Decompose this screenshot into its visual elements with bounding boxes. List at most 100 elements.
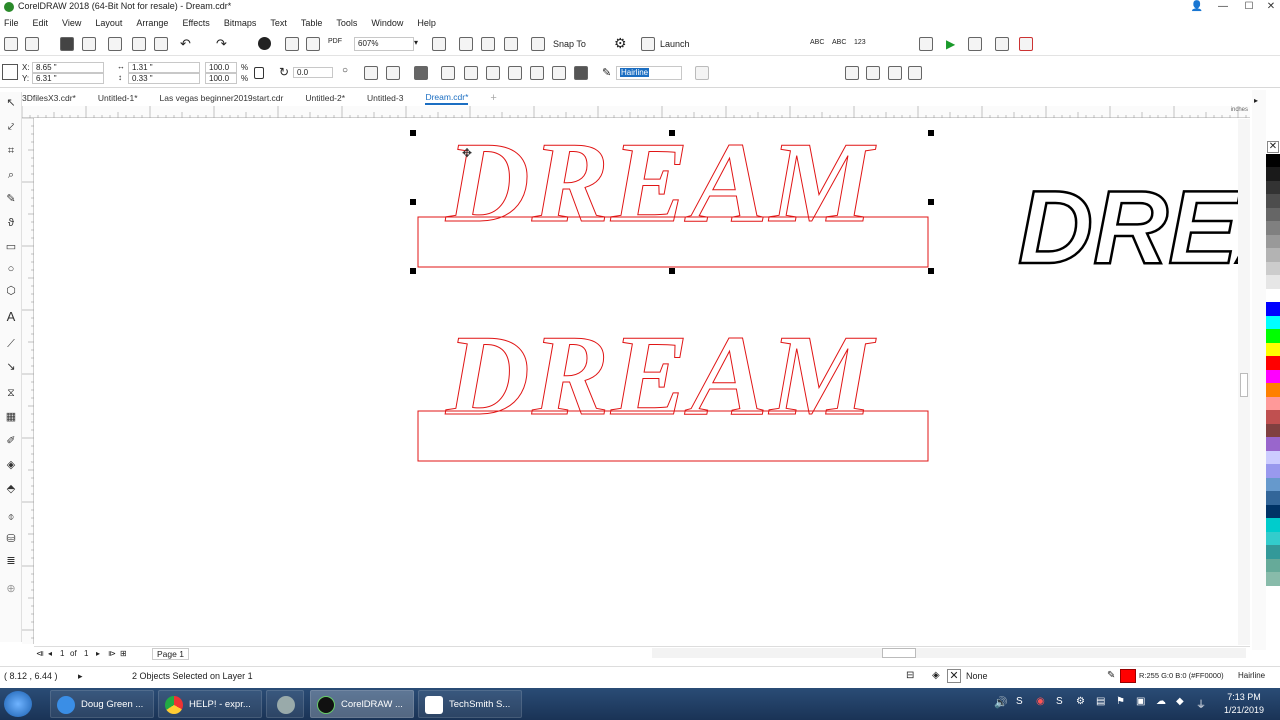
- connector-tool-icon[interactable]: ↘: [4, 360, 18, 374]
- color-swatch[interactable]: [1266, 558, 1280, 572]
- color-swatch[interactable]: [1266, 518, 1280, 532]
- show-grid-icon[interactable]: [481, 37, 495, 51]
- vertical-scrollbar[interactable]: [1238, 119, 1250, 645]
- color-swatch[interactable]: [1266, 342, 1280, 356]
- menu-window[interactable]: Window: [371, 18, 403, 28]
- vertical-scroll-thumb[interactable]: [1240, 373, 1248, 397]
- pdf-icon[interactable]: PDF: [328, 38, 342, 45]
- color-swatch[interactable]: [1266, 288, 1280, 302]
- drawing-canvas[interactable]: DREAM ✥ DREAM DREA: [34, 119, 1238, 645]
- outline-color-swatch[interactable]: [1120, 669, 1136, 683]
- options-gear-icon[interactable]: ⚙: [614, 36, 627, 50]
- status-arrow-icon[interactable]: ▸: [78, 671, 83, 682]
- dream-text-right[interactable]: DREA: [1017, 169, 1238, 288]
- vertical-ruler[interactable]: [22, 118, 34, 644]
- new-document-icon[interactable]: [4, 37, 18, 51]
- taskbar-item-internet-explorer[interactable]: Doug Green ...: [50, 690, 154, 718]
- tab-untitled-1[interactable]: Untitled-1*: [98, 93, 138, 103]
- tray-antivirus-icon[interactable]: ◉: [1036, 696, 1045, 707]
- width-field[interactable]: 1.31 ": [128, 62, 200, 73]
- intersect-icon[interactable]: [486, 66, 500, 80]
- color-swatch[interactable]: [1266, 167, 1280, 181]
- color-swatch[interactable]: [1266, 423, 1280, 437]
- wrap-text-icon[interactable]: [695, 66, 709, 80]
- print-icon[interactable]: [82, 37, 96, 51]
- taskbar-item-app[interactable]: [266, 690, 304, 718]
- stop-macro-icon[interactable]: [1019, 37, 1033, 51]
- mirror-horizontal-icon[interactable]: [364, 66, 378, 80]
- tab-las-vegas[interactable]: Las vegas beginner2019start.cdr: [160, 93, 284, 103]
- taskbar-item-chrome[interactable]: HELP! - expr...: [158, 690, 262, 718]
- cut-icon[interactable]: [108, 37, 122, 51]
- selected-object-group[interactable]: DREAM: [417, 119, 929, 268]
- object-right-outline[interactable]: DREA: [1017, 169, 1238, 288]
- mirror-vertical-icon[interactable]: [386, 66, 400, 80]
- object-group-bottom[interactable]: DREAM: [417, 312, 929, 462]
- color-swatch[interactable]: [1266, 572, 1280, 586]
- menu-edit[interactable]: Edit: [33, 18, 49, 28]
- color-swatch[interactable]: [1266, 194, 1280, 208]
- color-swatch[interactable]: [1266, 275, 1280, 289]
- tray-skype-icon[interactable]: S: [1056, 696, 1063, 707]
- color-swatch[interactable]: [1266, 437, 1280, 451]
- align-tool-icon[interactable]: ≣: [4, 554, 18, 568]
- ellipse-tool-icon[interactable]: ○: [4, 262, 18, 276]
- rotation-angle-field[interactable]: 0.0: [293, 67, 333, 78]
- color-swatch[interactable]: [1266, 234, 1280, 248]
- transparency-tool-icon[interactable]: ▦: [4, 410, 18, 424]
- color-swatch[interactable]: [1266, 153, 1280, 167]
- export-icon[interactable]: [306, 37, 320, 51]
- horizontal-scrollbar[interactable]: [652, 648, 1246, 658]
- back-minus-front-icon[interactable]: [552, 66, 566, 80]
- tab-untitled-3[interactable]: Untitled-3: [367, 93, 403, 103]
- redo-icon[interactable]: ↷: [216, 37, 227, 50]
- launch-dropdown[interactable]: Launch: [660, 39, 690, 49]
- simplify-icon[interactable]: [508, 66, 522, 80]
- bitmap-icon[interactable]: [888, 66, 902, 80]
- menu-effects[interactable]: Effects: [182, 18, 209, 28]
- menu-layout[interactable]: Layout: [95, 18, 122, 28]
- macro-manager-icon[interactable]: [995, 37, 1009, 51]
- outline-width-dropdown[interactable]: Hairline: [616, 66, 682, 80]
- color-swatch[interactable]: [1266, 383, 1280, 397]
- weld-icon[interactable]: [441, 66, 455, 80]
- clock-date[interactable]: 1/21/2019: [1218, 705, 1270, 715]
- taskbar-item-techsmith[interactable]: TechSmith S...: [418, 690, 522, 718]
- color-swatch[interactable]: [1266, 545, 1280, 559]
- tab-dream[interactable]: Dream.cdr*: [425, 92, 469, 105]
- add-page-icon[interactable]: ⊞: [120, 649, 127, 658]
- color-swatch[interactable]: [1266, 261, 1280, 275]
- menu-help[interactable]: Help: [417, 18, 436, 28]
- interactive-fill-icon[interactable]: ◈: [4, 458, 18, 472]
- close-button[interactable]: ✕: [1258, 0, 1280, 14]
- web-icon[interactable]: [908, 66, 922, 80]
- add-tab-icon[interactable]: +: [490, 92, 496, 104]
- tray-cloud-icon[interactable]: ☁: [1156, 696, 1166, 707]
- horizontal-scroll-thumb[interactable]: [882, 648, 916, 658]
- menu-view[interactable]: View: [62, 18, 81, 28]
- last-page-icon[interactable]: ⧐: [108, 649, 116, 658]
- menu-arrange[interactable]: Arrange: [136, 18, 168, 28]
- tray-network-icon[interactable]: ▤: [1096, 696, 1105, 707]
- x-position-field[interactable]: 8.65 ": [32, 62, 104, 73]
- object-origin-icon[interactable]: [2, 64, 18, 80]
- outline-pen-tool-icon[interactable]: ⌽: [4, 510, 18, 524]
- color-swatch[interactable]: [1266, 491, 1280, 505]
- tray-usb-icon[interactable]: ⏚: [1196, 696, 1206, 711]
- shape-tool-icon[interactable]: ⤦: [4, 120, 18, 134]
- artistic-media-icon[interactable]: ϑ: [4, 216, 18, 230]
- number-format-icon[interactable]: 123: [854, 39, 866, 46]
- add-tool-icon[interactable]: ⊕: [4, 582, 18, 596]
- color-swatch[interactable]: [1266, 531, 1280, 545]
- copy-icon[interactable]: [132, 37, 146, 51]
- color-swatch[interactable]: [1266, 369, 1280, 383]
- color-swatch[interactable]: [1266, 396, 1280, 410]
- horizontal-ruler[interactable]: inches: [22, 106, 1250, 118]
- color-swatch[interactable]: [1266, 302, 1280, 316]
- record-macro-icon[interactable]: [968, 37, 982, 51]
- menu-tools[interactable]: Tools: [336, 18, 357, 28]
- no-fill-swatch-icon[interactable]: ✕: [947, 669, 961, 683]
- menu-table[interactable]: Table: [301, 18, 323, 28]
- spell-check-icon[interactable]: ABC: [810, 39, 824, 46]
- text-tool-icon[interactable]: A: [4, 310, 18, 324]
